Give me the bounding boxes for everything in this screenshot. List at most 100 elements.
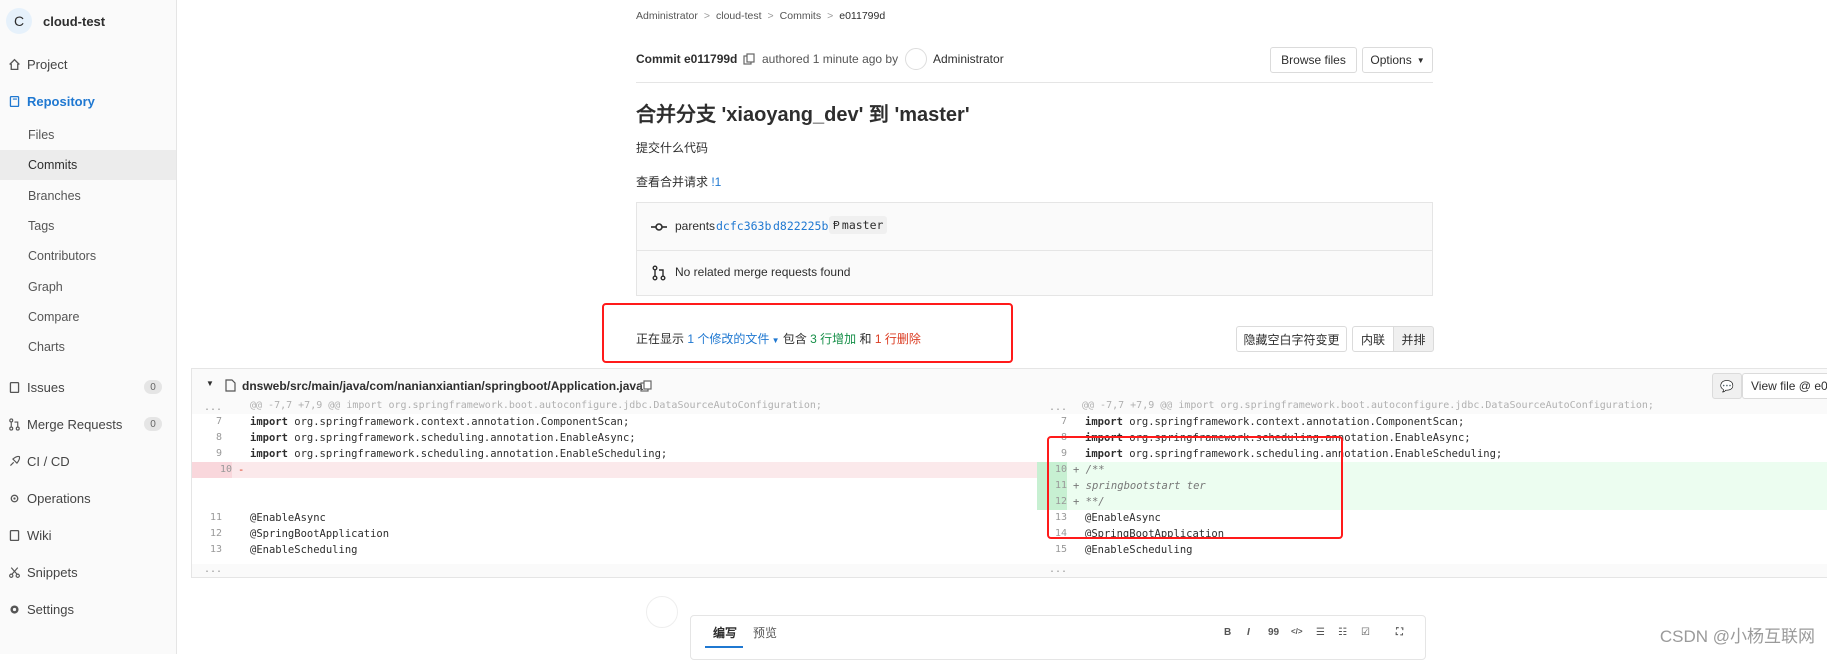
sidebar-item-label: Tags bbox=[28, 219, 55, 233]
code-text: @SpringBootApplication bbox=[250, 528, 390, 540]
line-number[interactable]: 13 bbox=[192, 542, 222, 558]
diff-file-path[interactable]: dnsweb/src/main/java/com/nanianxiantian/… bbox=[242, 379, 643, 393]
view-file-button[interactable]: View file @ e01 bbox=[1742, 373, 1827, 399]
sidebar-item-repository[interactable]: Repository bbox=[0, 87, 176, 115]
line-number[interactable]: 10 bbox=[192, 462, 232, 478]
comment-icon: 💬 bbox=[1720, 380, 1734, 393]
commit-title: 合并分支 'xiaoyang_dev' 到 'master' bbox=[636, 104, 970, 126]
line-number[interactable]: 9 bbox=[192, 446, 222, 462]
options-dropdown[interactable]: Options ▼ bbox=[1362, 47, 1433, 73]
commit-icon bbox=[651, 223, 667, 231]
sidebar-item-branches[interactable]: Branches bbox=[0, 181, 176, 211]
inline-view-button[interactable]: 内联 bbox=[1352, 326, 1394, 352]
view-file-label: View file @ e01 bbox=[1751, 379, 1827, 393]
sidebar-item-label: Compare bbox=[28, 310, 80, 324]
branch-icon: Ᵽ bbox=[833, 217, 840, 232]
hunk-marker[interactable]: ... bbox=[1037, 562, 1067, 577]
highlight-box-added-lines bbox=[1047, 436, 1343, 539]
sidebar-item-project[interactable]: Project bbox=[0, 50, 176, 78]
project-name[interactable]: cloud-test bbox=[43, 14, 105, 29]
breadcrumb: Administrator > cloud-test > Commits > e011… bbox=[636, 10, 886, 22]
line-number[interactable]: 8 bbox=[192, 430, 222, 446]
code-text: @EnableScheduling bbox=[250, 544, 358, 556]
sidebar: C cloud-test Project Repository Files Co… bbox=[0, 0, 177, 654]
code-text: - bbox=[238, 464, 245, 476]
sidebar-item-ci-cd[interactable]: CI / CD bbox=[0, 447, 176, 475]
sidebar-item-label: Graph bbox=[28, 280, 63, 294]
hide-whitespace-button[interactable]: 隐藏空白字符变更 bbox=[1236, 326, 1347, 352]
sidebar-item-snippets[interactable]: Snippets bbox=[0, 558, 176, 586]
sidebar-item-merge-requests[interactable]: Merge Requests 0 bbox=[0, 410, 176, 438]
browse-files-label: Browse files bbox=[1281, 53, 1346, 67]
numbered-list-icon[interactable]: ☷ bbox=[1338, 627, 1347, 638]
sidebar-item-label: Branches bbox=[28, 189, 81, 203]
breadcrumb-item[interactable]: cloud-test bbox=[716, 10, 762, 22]
branch-badge[interactable]: Ᵽmaster bbox=[829, 216, 888, 234]
sidebar-item-charts[interactable]: Charts bbox=[0, 332, 176, 362]
diff-line: 13 @EnableScheduling bbox=[192, 542, 1037, 558]
hunk-header-left: ... @@ -7,7 +7,9 @@ import org.springfra… bbox=[192, 400, 1037, 414]
sidebar-item-graph[interactable]: Graph bbox=[0, 272, 176, 302]
sidebar-item-issues[interactable]: Issues 0 bbox=[0, 373, 176, 401]
side-by-side-label: 并排 bbox=[1401, 332, 1426, 347]
code-button[interactable]: </> bbox=[1291, 627, 1303, 636]
browse-files-button[interactable]: Browse files bbox=[1270, 47, 1357, 73]
breadcrumb-item[interactable]: Commits bbox=[780, 10, 821, 22]
keyword: import bbox=[250, 432, 288, 444]
merge-request-link[interactable]: !1 bbox=[711, 175, 721, 189]
collapse-caret-icon[interactable]: ▼ bbox=[206, 379, 214, 388]
line-number[interactable]: 15 bbox=[1037, 542, 1067, 558]
sidebar-item-label: Contributors bbox=[28, 249, 97, 263]
scissors-icon bbox=[7, 565, 21, 579]
commit-description: 提交什么代码 bbox=[636, 141, 709, 155]
parent-hash-link[interactable]: dcfc363b bbox=[716, 219, 771, 233]
sidebar-item-tags[interactable]: Tags bbox=[0, 211, 176, 241]
home-icon bbox=[7, 57, 21, 71]
parent-hash-link[interactable]: d822225b bbox=[773, 219, 828, 233]
line-number[interactable]: 7 bbox=[192, 414, 222, 430]
sidebar-item-wiki[interactable]: Wiki bbox=[0, 521, 176, 549]
author-avatar[interactable] bbox=[905, 48, 927, 70]
sidebar-item-commits[interactable]: Commits bbox=[0, 150, 176, 180]
tab-write[interactable]: 编写 bbox=[713, 624, 737, 641]
inline-label: 内联 bbox=[1360, 332, 1385, 347]
code-text: @EnableScheduling bbox=[1085, 544, 1193, 556]
line-number[interactable]: 7 bbox=[1037, 414, 1067, 430]
side-by-side-view-button[interactable]: 并排 bbox=[1393, 326, 1434, 352]
breadcrumb-item[interactable]: Administrator bbox=[636, 10, 698, 22]
breadcrumb-current[interactable]: e011799d bbox=[839, 10, 885, 22]
keyword: import bbox=[250, 416, 288, 428]
sidebar-item-files[interactable]: Files bbox=[0, 120, 176, 150]
author-name[interactable]: Administrator bbox=[933, 52, 1004, 66]
hunk-text: @@ -7,7 +7,9 @@ import org.springframewo… bbox=[1082, 400, 1654, 411]
hunk-footer: ... ... bbox=[192, 562, 1827, 577]
task-list-icon[interactable]: ☑ bbox=[1361, 627, 1370, 638]
sidebar-item-compare[interactable]: Compare bbox=[0, 302, 176, 332]
line-number[interactable]: 12 bbox=[192, 526, 222, 542]
quote-button[interactable]: 99 bbox=[1268, 627, 1279, 638]
bullet-list-icon[interactable]: ☰ bbox=[1316, 627, 1325, 638]
sidebar-item-label: Operations bbox=[27, 490, 91, 506]
commit-info-box: parents dcfc363b d822225b Ᵽmaster No rel… bbox=[636, 202, 1433, 296]
bold-button[interactable]: B bbox=[1224, 627, 1231, 638]
keyword: import bbox=[250, 448, 288, 460]
hunk-marker[interactable]: ... bbox=[192, 562, 222, 577]
comment-toggle-button[interactable]: 💬 bbox=[1712, 373, 1742, 399]
tab-preview[interactable]: 预览 bbox=[753, 624, 777, 641]
authored-text: authored 1 minute ago by bbox=[762, 52, 899, 66]
fullscreen-icon[interactable]: ⛶ bbox=[1396, 627, 1403, 638]
copy-icon[interactable] bbox=[640, 380, 652, 392]
diff-line: 8 import org.springframework.scheduling.a… bbox=[192, 430, 1037, 446]
sidebar-item-operations[interactable]: Operations bbox=[0, 484, 176, 512]
issues-icon bbox=[7, 380, 21, 394]
project-header[interactable]: C cloud-test bbox=[0, 0, 176, 44]
copy-icon[interactable] bbox=[743, 53, 755, 65]
code-text: @EnableAsync bbox=[250, 512, 326, 524]
rocket-icon bbox=[7, 454, 21, 468]
sidebar-item-contributors[interactable]: Contributors bbox=[0, 241, 176, 271]
line-number[interactable]: 11 bbox=[192, 510, 222, 526]
sidebar-item-label: Files bbox=[28, 128, 55, 142]
italic-button[interactable]: I bbox=[1247, 627, 1250, 638]
diff-line: 11 @EnableAsync bbox=[192, 510, 1037, 526]
sidebar-item-settings[interactable]: Settings bbox=[0, 595, 176, 623]
